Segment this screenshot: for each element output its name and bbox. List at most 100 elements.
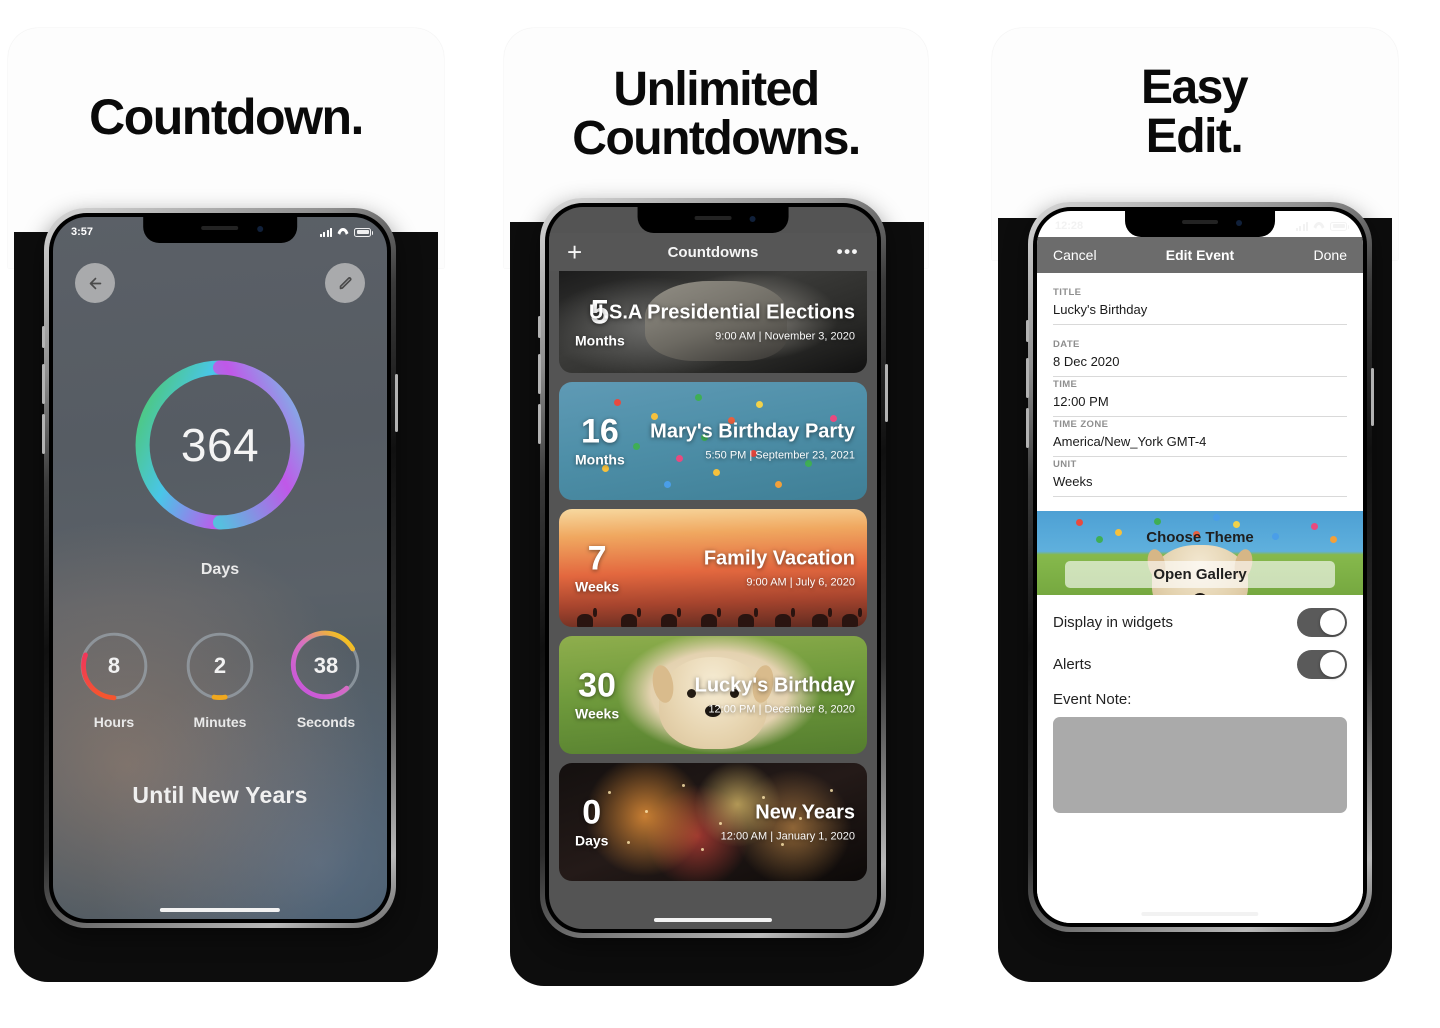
headline-1: Countdown. bbox=[89, 89, 364, 145]
countdown-card-elections[interactable]: 5 Months U.S.A Presidential Elections 9:… bbox=[559, 271, 867, 373]
notch-2 bbox=[637, 207, 789, 233]
days-value: 364 bbox=[180, 419, 260, 471]
phone-frame-2: + Countdowns ••• 5 Months U.S.A Presiden… bbox=[538, 198, 888, 938]
field-divider bbox=[1053, 324, 1347, 325]
phone-bezel-3: 12:28 Cancel Edit Event Done TITLE Lucky… bbox=[1033, 207, 1367, 927]
seconds-label: Seconds bbox=[296, 714, 356, 730]
countdown-card-new-years[interactable]: 0 Days New Years 12:00 AM | January 1, 2… bbox=[559, 763, 867, 881]
card-value: 0 bbox=[582, 793, 602, 832]
front-camera-icon bbox=[257, 226, 264, 232]
toggle-row-widgets[interactable]: Display in widgets bbox=[1053, 595, 1347, 637]
card-title: Mary's Birthday Party bbox=[650, 420, 855, 443]
headline-2-line2: Countdowns. bbox=[572, 111, 861, 165]
headline-2-line1: Unlimited bbox=[613, 63, 820, 116]
card-title: New Years bbox=[755, 801, 855, 824]
hours-label: Hours bbox=[93, 714, 135, 730]
status-time-3: 12:28 bbox=[1055, 220, 1084, 232]
volume-up-button bbox=[538, 354, 541, 394]
status-icons-1 bbox=[319, 227, 373, 237]
power-button bbox=[885, 364, 888, 422]
field-unit-value[interactable]: Weeks bbox=[1053, 470, 1347, 496]
card-meta: 12:00 AM | January 1, 2020 bbox=[720, 830, 855, 843]
field-unit[interactable]: UNIT Weeks bbox=[1053, 459, 1347, 497]
power-button bbox=[1371, 368, 1374, 426]
field-timezone[interactable]: TIME ZONE America/New_York GMT-4 bbox=[1053, 419, 1347, 457]
countdown-card-marys-birthday[interactable]: 16 Months Mary's Birthday Party 5:50 PM … bbox=[559, 382, 867, 500]
pencil-icon bbox=[339, 276, 352, 289]
display-in-widgets-label: Display in widgets bbox=[1053, 614, 1174, 631]
home-indicator-3[interactable] bbox=[1141, 912, 1259, 916]
field-divider bbox=[1053, 456, 1347, 457]
card-countdown-value-group: 30 Weeks bbox=[575, 669, 619, 722]
panel-countdown-detail: Countdown. 3:57 364 Days 8 Hours 2 Minut… bbox=[0, 0, 478, 1028]
edit-button[interactable] bbox=[325, 263, 365, 303]
toggle-knob bbox=[1320, 652, 1345, 677]
toggle-row-alerts[interactable]: Alerts bbox=[1053, 637, 1347, 679]
earpiece-speaker bbox=[1181, 220, 1218, 224]
back-button[interactable] bbox=[75, 263, 115, 303]
card-info-group: New Years 12:00 AM | January 1, 2020 bbox=[721, 801, 855, 842]
field-divider bbox=[1053, 376, 1347, 377]
battery-icon bbox=[1330, 221, 1349, 231]
field-timezone-value[interactable]: America/New_York GMT-4 bbox=[1053, 430, 1347, 456]
power-button bbox=[395, 374, 398, 432]
add-countdown-button[interactable]: + bbox=[567, 239, 582, 265]
countdown-list-screen: + Countdowns ••• 5 Months U.S.A Presiden… bbox=[549, 207, 877, 929]
field-divider bbox=[1053, 496, 1347, 497]
card-unit: Days bbox=[575, 832, 609, 849]
status-icons-3 bbox=[1295, 221, 1349, 231]
earpiece-speaker bbox=[694, 216, 732, 220]
event-name-footer: Until New Years bbox=[132, 782, 308, 808]
alerts-toggle[interactable] bbox=[1297, 650, 1347, 679]
countdown-card-family-vacation[interactable]: 7 Weeks Family Vacation 9:00 AM | July 6… bbox=[559, 509, 867, 627]
status-time-1: 3:57 bbox=[71, 226, 94, 238]
edit-event-form: TITLE Lucky's Birthday DATE 8 Dec 2020 T… bbox=[1037, 273, 1363, 923]
cellular-signal-icon bbox=[319, 227, 332, 237]
notch-1 bbox=[143, 217, 297, 243]
volume-down-button bbox=[1026, 408, 1029, 448]
phone-frame-3: 12:28 Cancel Edit Event Done TITLE Lucky… bbox=[1026, 202, 1374, 932]
phone-frame-1: 3:57 364 Days 8 Hours 2 Minutes 38 Secon… bbox=[42, 208, 398, 928]
choose-theme-button[interactable]: Choose Theme bbox=[1037, 529, 1363, 546]
card-title: Family Vacation bbox=[703, 547, 855, 570]
done-button[interactable]: Done bbox=[1314, 247, 1347, 263]
alerts-label: Alerts bbox=[1053, 656, 1092, 673]
field-title-value[interactable]: Lucky's Birthday bbox=[1053, 298, 1347, 324]
countdown-card-luckys-birthday[interactable]: 30 Weeks Lucky's Birthday 12:00 PM | Dec… bbox=[559, 636, 867, 754]
field-date[interactable]: DATE 8 Dec 2020 bbox=[1053, 339, 1347, 377]
home-indicator-1[interactable] bbox=[159, 908, 281, 912]
card-title: U.S.A Presidential Elections bbox=[588, 301, 855, 324]
seconds-ring: 38 bbox=[289, 629, 363, 703]
field-date-value[interactable]: 8 Dec 2020 bbox=[1053, 350, 1347, 376]
panel-countdown-list: Unlimited Countdowns. + Countdowns ••• 5… bbox=[490, 0, 950, 1028]
countdown-detail-screen: 3:57 364 Days 8 Hours 2 Minutes 38 Secon… bbox=[53, 217, 387, 919]
card-info-group: Lucky's Birthday 12:00 PM | December 8, … bbox=[695, 674, 855, 715]
field-time-label: TIME bbox=[1053, 379, 1078, 390]
event-note-textarea[interactable] bbox=[1053, 717, 1347, 813]
field-time-value[interactable]: 12:00 PM bbox=[1053, 390, 1347, 416]
card-countdown-value-group: 7 Weeks bbox=[575, 542, 619, 595]
volume-up-button bbox=[42, 364, 45, 404]
arrow-left-icon bbox=[89, 277, 101, 289]
event-note-label: Event Note: bbox=[1053, 691, 1132, 708]
field-title[interactable]: TITLE Lucky's Birthday bbox=[1053, 287, 1347, 325]
cancel-button[interactable]: Cancel bbox=[1053, 247, 1097, 263]
field-time[interactable]: TIME 12:00 PM bbox=[1053, 379, 1347, 417]
more-options-button[interactable]: ••• bbox=[837, 242, 859, 262]
theme-preview-band: Choose Theme Open Gallery bbox=[1037, 511, 1363, 595]
camel-silhouettes bbox=[559, 601, 867, 627]
edit-event-screen: 12:28 Cancel Edit Event Done TITLE Lucky… bbox=[1037, 211, 1363, 923]
volume-up-button bbox=[1026, 358, 1029, 398]
field-date-label: DATE bbox=[1053, 339, 1080, 350]
countdown-card-list[interactable]: 5 Months U.S.A Presidential Elections 9:… bbox=[549, 271, 877, 929]
display-in-widgets-toggle[interactable] bbox=[1297, 608, 1347, 637]
seconds-value: 38 bbox=[313, 653, 339, 678]
app-store-screenshot-set: Countdown. 3:57 364 Days 8 Hours 2 Minut… bbox=[0, 0, 1440, 1028]
card-info-group: U.S.A Presidential Elections 9:00 AM | N… bbox=[589, 301, 855, 342]
card-info-group: Family Vacation 9:00 AM | July 6, 2020 bbox=[704, 547, 855, 588]
open-gallery-button[interactable]: Open Gallery bbox=[1065, 561, 1335, 588]
card-unit: Weeks bbox=[575, 705, 620, 722]
mute-switch bbox=[538, 316, 541, 338]
hours-ring-item: 8 Hours bbox=[77, 629, 151, 730]
home-indicator-2[interactable] bbox=[653, 918, 773, 922]
